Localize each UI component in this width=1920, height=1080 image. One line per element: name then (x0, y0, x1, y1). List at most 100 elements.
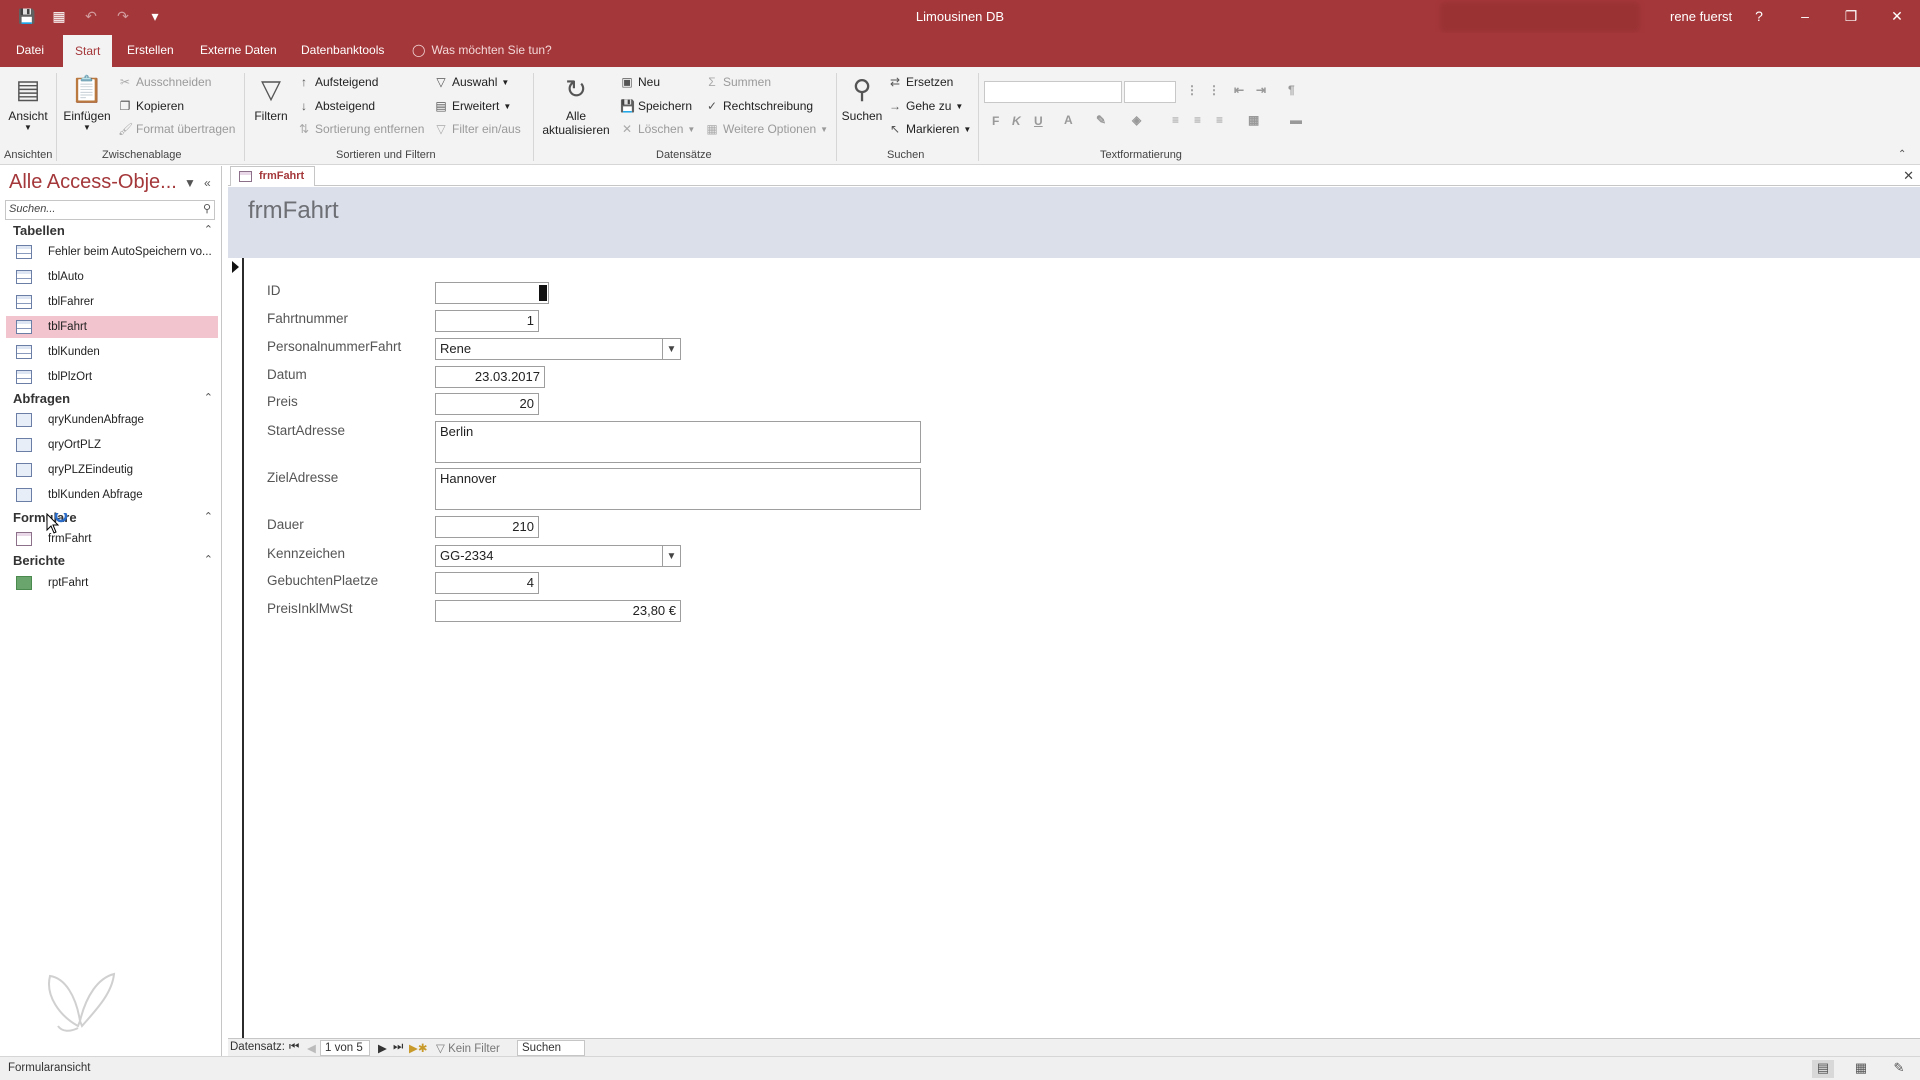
nav-item-table[interactable]: tblAuto (6, 266, 218, 288)
fill-color-icon[interactable]: ◈ (1132, 113, 1141, 127)
help-button[interactable]: ? (1739, 4, 1779, 28)
alle-aktualisieren-button[interactable]: ↻ Alle aktualisieren (536, 73, 616, 138)
collapse-group-icon[interactable]: ⌃ (204, 553, 213, 566)
previous-record-button[interactable]: ◀ (307, 1041, 316, 1055)
sortierung-entfernen-button[interactable]: ⇅ Sortierung entfernen (297, 122, 424, 136)
einfuegen-button[interactable]: 📋 Einfügen ▼ (62, 73, 112, 133)
tab-erstellen[interactable]: Erstellen (127, 43, 174, 57)
nav-item-report[interactable]: rptFahrt (6, 572, 218, 594)
nav-item-query[interactable]: qryKundenAbfrage (6, 409, 218, 431)
close-document-icon[interactable]: ✕ (1903, 168, 1914, 184)
layout-view-icon[interactable]: ▦ (1850, 1060, 1872, 1078)
nav-item-table[interactable]: Fehler beim AutoSpeichern vo... (6, 241, 218, 263)
nav-group-tabellen[interactable]: Tabellen ⌃ (13, 223, 213, 238)
aufsteigend-button[interactable]: ↑ Aufsteigend (297, 75, 378, 89)
record-search-input[interactable]: Suchen (517, 1040, 585, 1056)
markieren-button[interactable]: ↖ Markieren ▼ (888, 122, 971, 136)
nav-item-table[interactable]: tblFahrer (6, 291, 218, 313)
bold-button[interactable]: F (992, 114, 999, 128)
background-color-icon[interactable]: ▬ (1290, 113, 1302, 127)
tab-datei[interactable]: Datei (16, 43, 44, 57)
align-right-icon[interactable]: ≡ (1216, 113, 1223, 127)
preisinklmwst-field[interactable]: 23,80 € (435, 600, 681, 622)
collapse-ribbon-icon[interactable]: ⌃ (1898, 149, 1906, 160)
nav-item-query[interactable]: tblKunden Abfrage (6, 484, 218, 506)
underline-button[interactable]: U (1034, 114, 1043, 128)
fahrtnummer-field[interactable]: 1 (435, 310, 539, 332)
close-window-button[interactable]: ✕ (1877, 4, 1917, 28)
personalnummerfahrt-combo[interactable]: Rene ▼ (435, 338, 681, 360)
neu-button[interactable]: ▣ Neu (620, 75, 660, 89)
tab-datenbanktools[interactable]: Datenbanktools (301, 43, 384, 57)
filter-ein-aus-button[interactable]: ▽ Filter ein/aus (434, 122, 520, 136)
document-tab-frmfahrt[interactable]: frmFahrt (230, 166, 316, 186)
font-color-icon[interactable]: A (1064, 113, 1073, 127)
collapse-nav-icon[interactable]: « (204, 176, 211, 190)
align-left-icon[interactable]: ≡ (1172, 113, 1179, 127)
next-record-button[interactable]: ▶ (378, 1041, 387, 1055)
nav-menu-icon[interactable]: ▼ (184, 176, 196, 190)
filter-status-button[interactable]: ▽ Kein Filter (436, 1041, 500, 1055)
kopieren-button[interactable]: ❐ Kopieren (118, 99, 184, 113)
suchen-button[interactable]: ⚲ Suchen (840, 73, 884, 124)
zieladresse-field[interactable]: Hannover (435, 468, 921, 510)
erweitert-button[interactable]: ▤ Erweitert ▼ (434, 99, 511, 113)
nav-item-table[interactable]: tblKunden (6, 341, 218, 363)
speichern-button[interactable]: 💾 Speichern (620, 99, 692, 113)
tab-externe-daten[interactable]: Externe Daten (200, 43, 277, 57)
summen-button[interactable]: Σ Summen (705, 75, 771, 89)
kennzeichen-combo[interactable]: GG-2334 ▼ (435, 545, 681, 567)
ersetzen-button[interactable]: ⇄ Ersetzen (888, 75, 953, 89)
ansicht-button[interactable]: ▤ Ansicht ▼ (6, 73, 50, 133)
nav-item-query[interactable]: qryOrtPLZ (6, 434, 218, 456)
absteigend-button[interactable]: ↓ Absteigend (297, 99, 375, 113)
preis-field[interactable]: 20 (435, 393, 539, 415)
weitere-optionen-button[interactable]: ▦ Weitere Optionen ▼ (705, 122, 828, 136)
form-view-icon[interactable]: ▤ (1812, 1060, 1834, 1078)
ausschneiden-button[interactable]: ✂ Ausschneiden (118, 75, 211, 89)
nav-item-query[interactable]: qryPLZEindeutig (6, 459, 218, 481)
indent-decrease-icon[interactable]: ⇤ (1234, 83, 1244, 97)
auswahl-button[interactable]: ▽ Auswahl ▼ (434, 75, 509, 89)
collapse-group-icon[interactable]: ⌃ (204, 391, 213, 404)
record-selector[interactable] (228, 258, 244, 1038)
collapse-group-icon[interactable]: ⌃ (204, 510, 213, 523)
dauer-field[interactable]: 210 (435, 516, 539, 538)
font-size-select[interactable] (1124, 81, 1176, 103)
bullets-icon[interactable]: ⋮ (1186, 83, 1198, 97)
restore-button[interactable]: ❐ (1831, 4, 1871, 28)
tab-start[interactable]: Start (63, 35, 113, 67)
nav-item-table-selected[interactable]: tblFahrt (6, 316, 218, 338)
chevron-down-icon[interactable]: ▼ (662, 546, 680, 566)
search-icon[interactable]: ⚲ (203, 202, 211, 215)
highlight-icon[interactable]: ✎ (1096, 113, 1106, 127)
gridlines-icon[interactable]: ▦ (1248, 113, 1259, 127)
paragraph-direction-icon[interactable]: ¶ (1288, 83, 1295, 97)
record-position-input[interactable]: 1 von 5 (320, 1040, 370, 1056)
rechtschreibung-button[interactable]: ✓ Rechtschreibung (705, 99, 813, 113)
nav-search-input[interactable]: Suchen... ⚲ (5, 200, 215, 220)
font-name-select[interactable] (984, 81, 1122, 103)
gehe-zu-button[interactable]: → Gehe zu ▼ (888, 99, 963, 113)
datum-field[interactable]: 23.03.2017 (435, 366, 545, 388)
startadresse-field[interactable]: Berlin (435, 421, 921, 463)
design-view-icon[interactable]: ✎ (1888, 1060, 1910, 1078)
loeschen-button[interactable]: ✕ Löschen ▼ (620, 122, 695, 136)
first-record-button[interactable]: ⏮ (289, 1041, 299, 1054)
id-field[interactable] (435, 282, 549, 304)
chevron-down-icon[interactable]: ▼ (662, 339, 680, 359)
nav-group-abfragen[interactable]: Abfragen ⌃ (13, 391, 213, 406)
nav-group-formulare[interactable]: Formulare ⌃ (13, 510, 213, 525)
user-name[interactable]: rene fuerst (1670, 9, 1732, 24)
gebuchtenplaetze-field[interactable]: 4 (435, 572, 539, 594)
collapse-group-icon[interactable]: ⌃ (204, 223, 213, 236)
format-uebertragen-button[interactable]: 🖌 Format übertragen (118, 122, 235, 136)
nav-item-form[interactable]: frmFahrt (6, 528, 218, 550)
nav-item-table[interactable]: tblPlzOrt (6, 366, 218, 388)
last-record-button[interactable]: ⏭ (393, 1041, 403, 1054)
italic-button[interactable]: K (1012, 114, 1021, 128)
tell-me-search[interactable]: ◯ Was möchten Sie tun? (412, 43, 552, 57)
nav-title[interactable]: Alle Access-Obje... (9, 171, 177, 194)
numbering-icon[interactable]: ⋮ (1208, 83, 1220, 97)
align-center-icon[interactable]: ≡ (1194, 113, 1201, 127)
